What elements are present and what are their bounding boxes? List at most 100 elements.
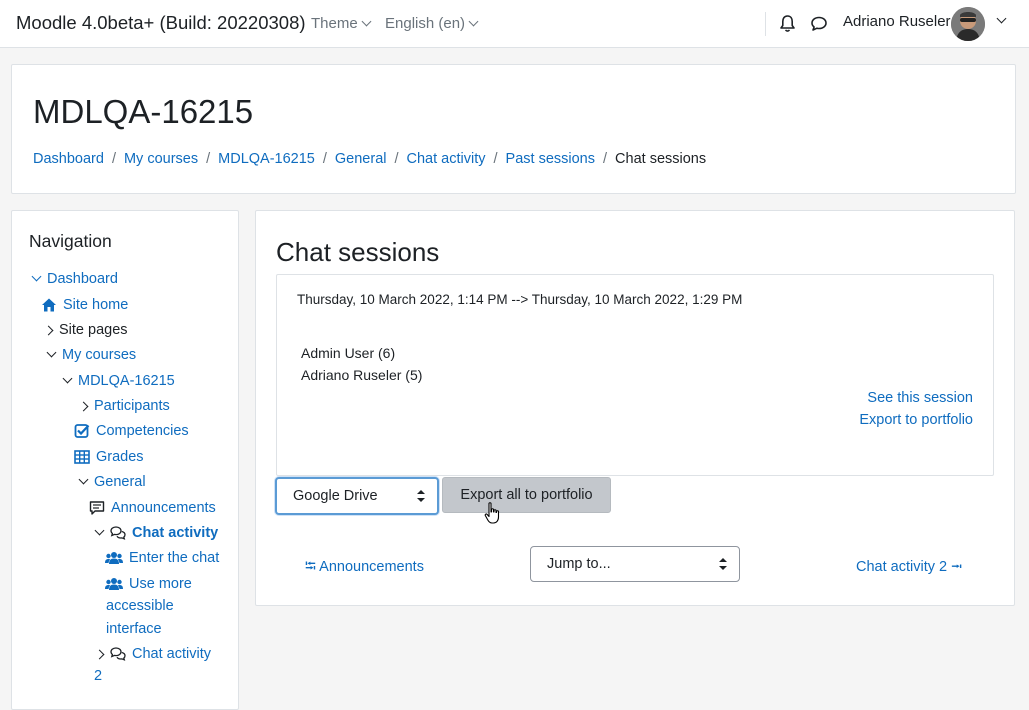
section-title: Chat sessions xyxy=(276,237,440,267)
chat-icon xyxy=(110,526,126,540)
nav-item-label-line3[interactable]: interface xyxy=(106,621,162,637)
nav-item-label: Participants xyxy=(94,398,170,414)
bell-icon[interactable] xyxy=(779,14,796,33)
nav-item-label: My courses xyxy=(62,347,137,363)
navigation-block: Navigation Dashboard Site home Site page… xyxy=(11,210,239,710)
table-icon xyxy=(74,450,90,464)
prev-activity-link[interactable]: ⭾ Announcements xyxy=(305,556,424,581)
nav-item-accessible-interface[interactable]: Use more xyxy=(105,576,192,592)
navbar-divider xyxy=(765,12,766,36)
chevron-down-icon xyxy=(46,347,56,358)
nav-item-label: General xyxy=(94,474,146,490)
breadcrumb-separator: / xyxy=(111,151,116,167)
hand-cursor-icon xyxy=(484,502,500,524)
chevron-down-icon xyxy=(94,525,104,536)
export-all-portfolio-button[interactable]: Export all to portfolio xyxy=(442,477,611,513)
nav-item-my-courses[interactable]: My courses xyxy=(46,347,136,363)
breadcrumb-separator: / xyxy=(603,151,608,167)
forum-icon xyxy=(89,501,105,515)
session-participant: Adriano Ruseler (5) xyxy=(301,367,423,383)
see-session-link[interactable]: See this session xyxy=(867,390,973,406)
breadcrumb-separator: / xyxy=(206,151,211,167)
jump-to-select[interactable]: Jump to... xyxy=(530,546,740,582)
prev-activity-label: Announcements xyxy=(319,559,424,575)
chevron-down-icon xyxy=(31,271,41,282)
chevron-right-icon xyxy=(43,325,53,335)
checkbox-icon xyxy=(74,424,90,438)
breadcrumb-separator: / xyxy=(394,151,399,167)
breadcrumb-my-courses[interactable]: My courses xyxy=(124,151,198,167)
nav-item-course[interactable]: MDLQA-16215 xyxy=(62,373,175,389)
nav-item-label: Use more xyxy=(129,576,192,592)
select-arrows-icon xyxy=(719,558,727,570)
nav-item-label: Announcements xyxy=(111,500,216,516)
portfolio-select[interactable]: Google Drive xyxy=(275,477,439,515)
nav-item-grades[interactable]: Grades xyxy=(74,449,144,465)
nav-item-site-pages[interactable]: Site pages xyxy=(43,322,128,338)
nav-item-competencies[interactable]: Competencies xyxy=(74,423,189,439)
users-icon xyxy=(105,578,123,590)
top-navbar: Moodle 4.0beta+ (Build: 20220308) Theme … xyxy=(0,0,1029,48)
page-header: MDLQA-16215 Dashboard / My courses / MDL… xyxy=(11,64,1016,194)
chat-icon xyxy=(110,647,126,661)
jump-to-value: Jump to... xyxy=(547,556,611,572)
nav-item-dashboard[interactable]: Dashboard xyxy=(31,271,118,287)
nav-item-general[interactable]: General xyxy=(78,474,146,490)
breadcrumb-chat-activity[interactable]: Chat activity xyxy=(407,151,486,167)
nav-item-label-line2[interactable]: accessible xyxy=(106,598,174,614)
nav-item-announcements[interactable]: Announcements xyxy=(89,500,216,516)
breadcrumb-general[interactable]: General xyxy=(335,151,387,167)
breadcrumb-current: Chat sessions xyxy=(615,151,707,167)
nav-item-label: Site home xyxy=(63,297,129,313)
user-name[interactable]: Adriano Ruseler xyxy=(843,13,951,30)
nav-item-chat-activity-2[interactable]: Chat activity xyxy=(94,646,211,662)
chevron-down-icon xyxy=(361,16,372,27)
home-icon xyxy=(42,298,56,312)
nav-item-label: Chat activity xyxy=(132,525,219,541)
site-brand[interactable]: Moodle 4.0beta+ (Build: 20220308) xyxy=(16,12,306,34)
nav-item-chat-activity[interactable]: Chat activity xyxy=(94,525,218,541)
chevron-down-icon[interactable] xyxy=(996,13,1007,24)
theme-menu[interactable]: Theme xyxy=(311,15,372,32)
nav-item-label: Grades xyxy=(96,449,144,465)
next-activity-link[interactable]: Chat activity 2 ⭲ xyxy=(856,556,962,581)
chevron-down-icon xyxy=(62,373,72,384)
nav-item-label: Enter the chat xyxy=(129,550,220,566)
navigation-title: Navigation xyxy=(29,231,112,251)
session-participant: Admin User (6) xyxy=(301,345,396,361)
users-icon xyxy=(105,552,123,564)
nav-item-enter-chat[interactable]: Enter the chat xyxy=(105,550,219,566)
chevron-right-icon xyxy=(78,401,88,411)
nav-item-participants[interactable]: Participants xyxy=(78,398,170,414)
chevron-down-icon xyxy=(468,16,479,27)
next-activity-label: Chat activity 2 xyxy=(856,559,948,575)
nav-item-label: Competencies xyxy=(96,423,189,439)
session-time-range: Thursday, 10 March 2022, 1:14 PM --> Thu… xyxy=(297,292,743,307)
theme-menu-label: Theme xyxy=(311,15,358,32)
portfolio-select-value: Google Drive xyxy=(293,488,378,504)
chevron-down-icon xyxy=(78,474,88,485)
export-portfolio-link[interactable]: Export to portfolio xyxy=(859,412,973,428)
breadcrumb-separator: / xyxy=(322,151,327,167)
chat-session-box: Thursday, 10 March 2022, 1:14 PM --> Thu… xyxy=(276,274,994,476)
breadcrumb-separator: / xyxy=(493,151,498,167)
nav-item-label: MDLQA-16215 xyxy=(78,373,175,389)
main-content: Chat sessions Thursday, 10 March 2022, 1… xyxy=(255,210,1015,606)
chevron-right-icon xyxy=(94,649,104,659)
nav-item-label-line2[interactable]: 2 xyxy=(94,668,102,684)
nav-item-label: Site pages xyxy=(59,322,128,338)
nav-item-label: Dashboard xyxy=(47,271,118,287)
breadcrumb-dashboard[interactable]: Dashboard xyxy=(33,151,104,167)
language-menu-label: English (en) xyxy=(385,15,466,32)
breadcrumb-course[interactable]: MDLQA-16215 xyxy=(218,151,315,167)
message-icon[interactable] xyxy=(810,15,828,32)
avatar[interactable] xyxy=(951,7,985,41)
nav-item-site-home[interactable]: Site home xyxy=(41,297,128,313)
language-menu[interactable]: English (en) xyxy=(385,15,479,32)
page-title: MDLQA-16215 xyxy=(33,93,254,130)
breadcrumb: Dashboard / My courses / MDLQA-16215 / G… xyxy=(33,151,706,167)
select-arrows-icon xyxy=(417,490,425,502)
arrow-left-icon: ⭾ xyxy=(305,559,316,575)
arrow-right-icon: ⭲ xyxy=(951,559,963,575)
breadcrumb-past-sessions[interactable]: Past sessions xyxy=(506,151,595,167)
